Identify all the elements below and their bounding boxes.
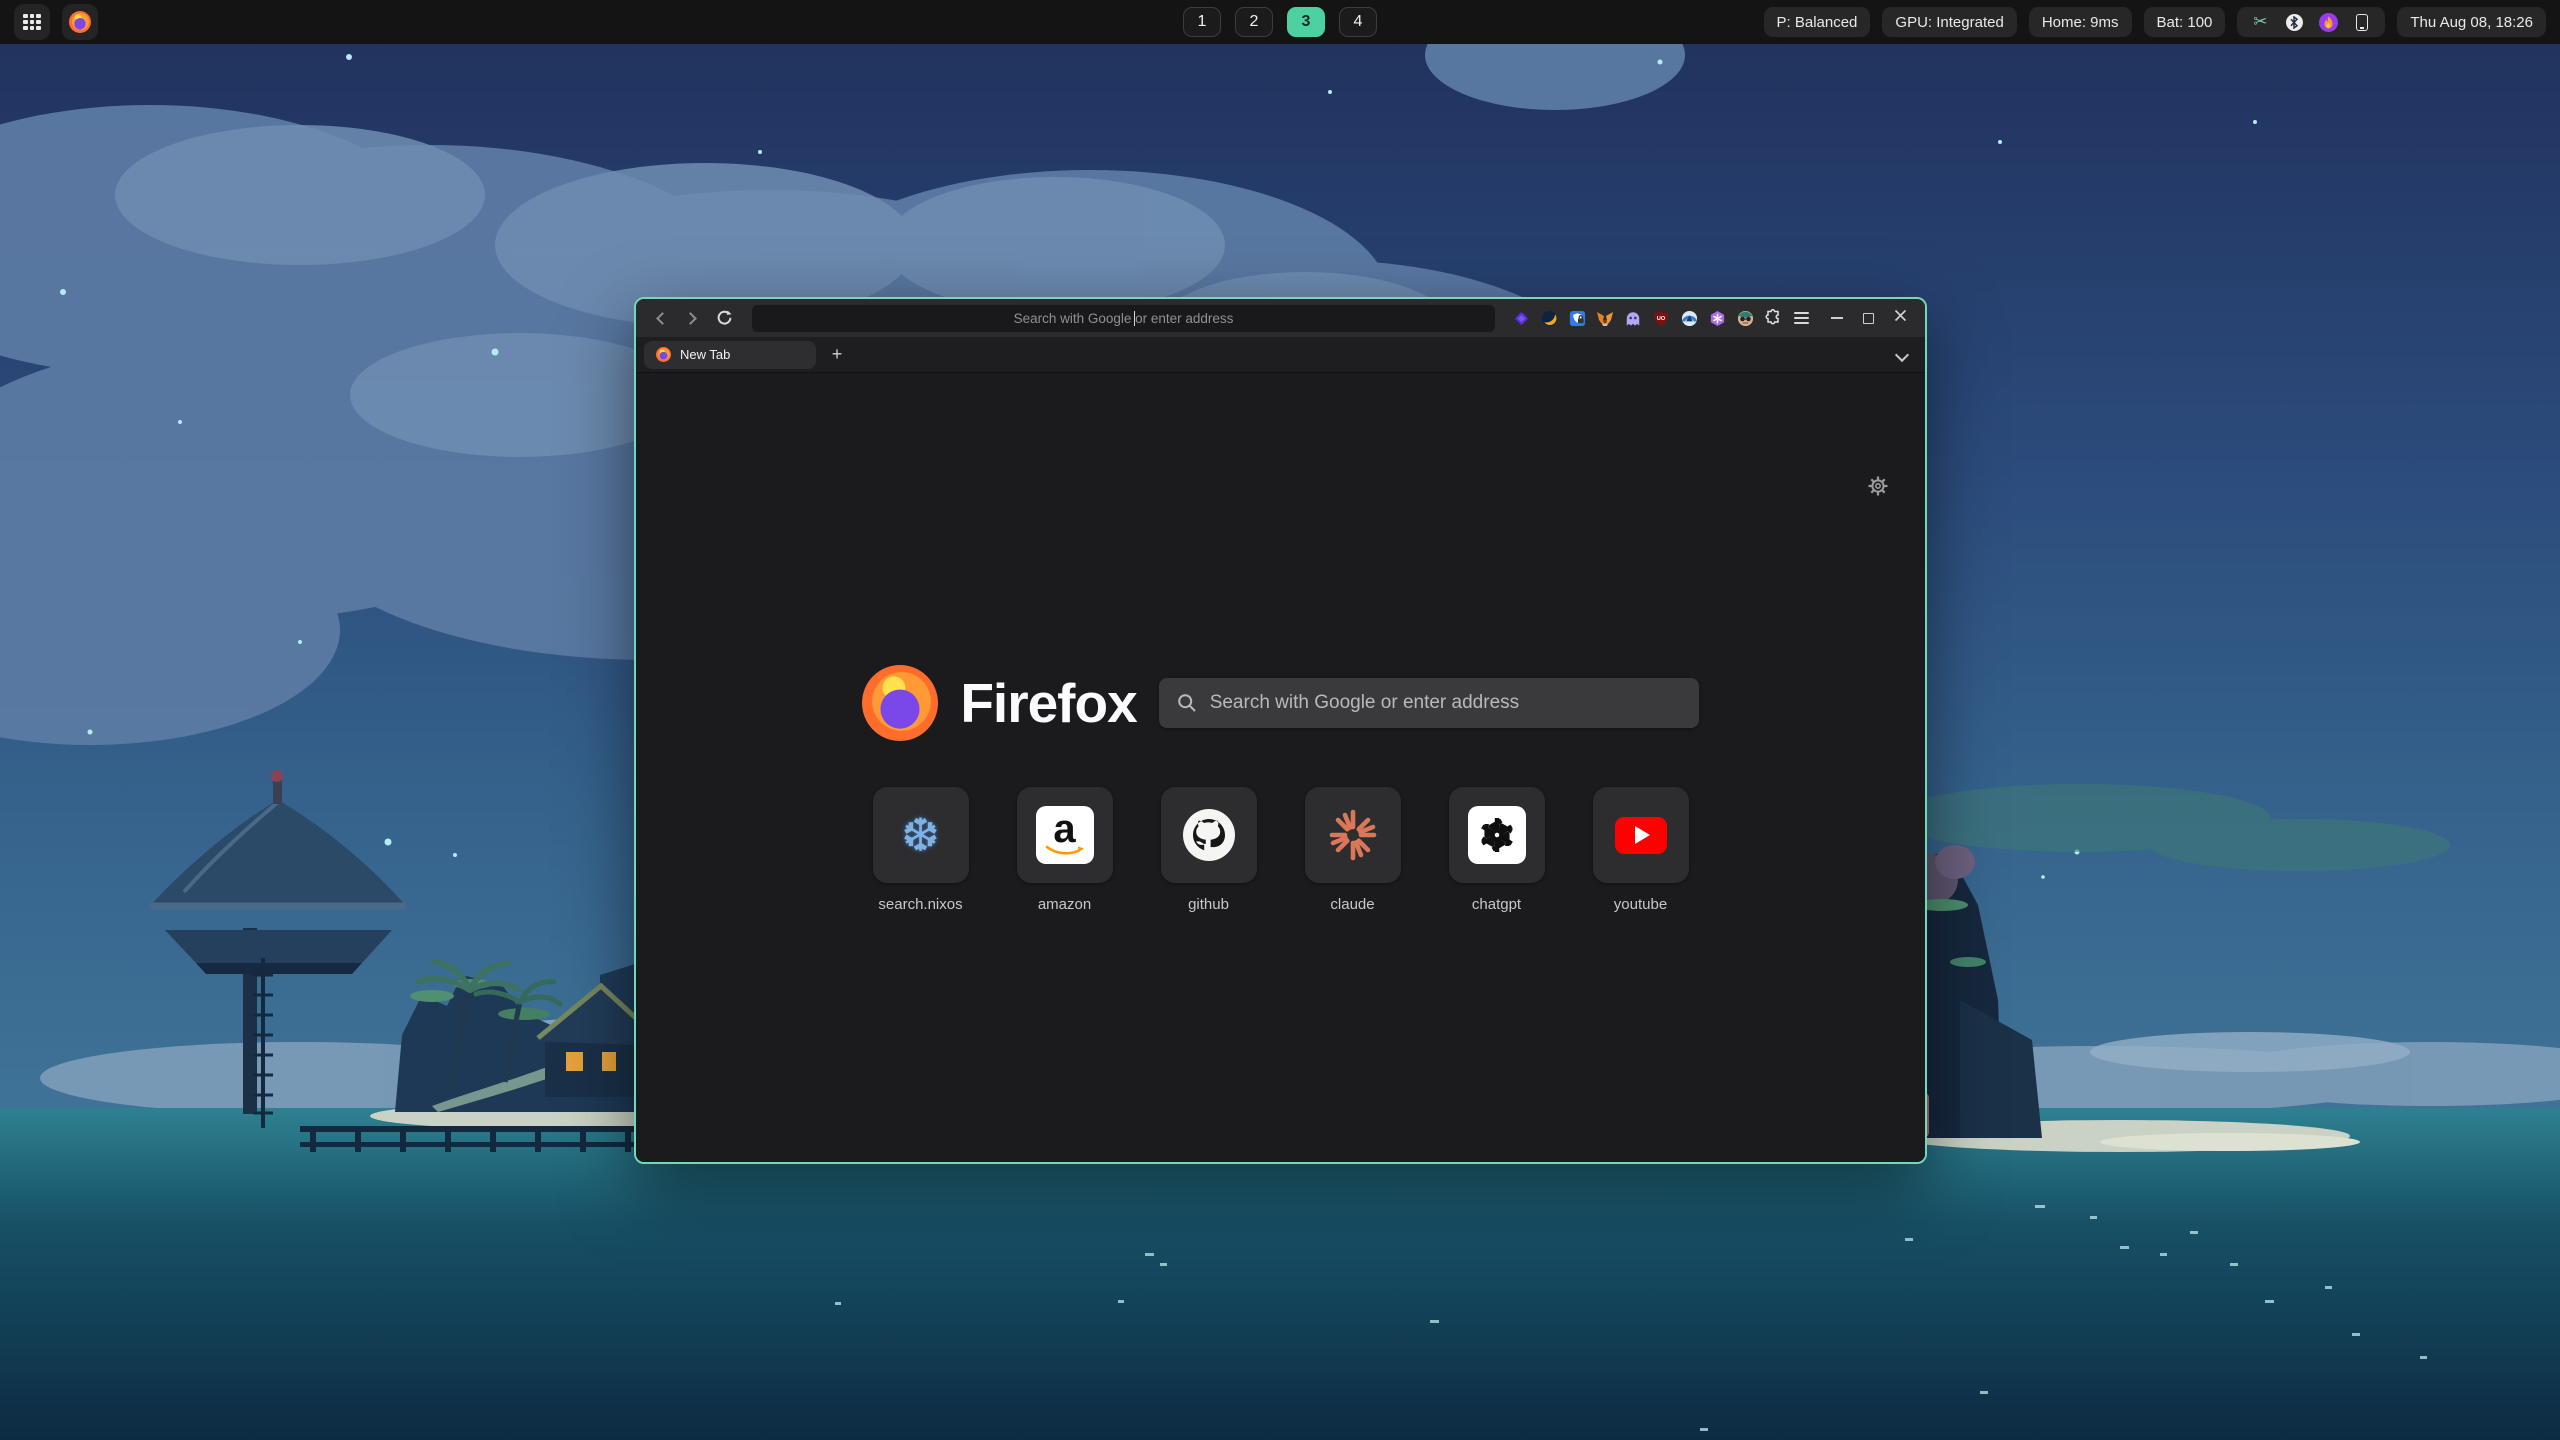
shortcut-amazon[interactable]: a amazon <box>1017 787 1113 913</box>
back-icon <box>656 312 669 325</box>
extension-purple-hexagon[interactable] <box>1705 305 1729 331</box>
tab-list-chevron-down-icon[interactable] <box>1895 347 1909 361</box>
shortcut-claude[interactable]: claude <box>1305 787 1401 913</box>
firefox-icon <box>69 11 91 33</box>
power-profile-status: P: Balanced <box>1764 7 1871 37</box>
extension-ghostery[interactable] <box>1621 305 1645 331</box>
purple-diamond-icon <box>1513 310 1530 327</box>
forward-icon <box>684 312 697 325</box>
svg-text:UO: UO <box>1657 315 1666 321</box>
reload-button[interactable] <box>710 305 738 331</box>
extension-purple-diamond[interactable] <box>1509 305 1533 331</box>
workspace-3-active[interactable]: 3 <box>1287 7 1325 37</box>
gpu-status: GPU: Integrated <box>1882 7 2016 37</box>
hamburger-icon <box>1794 312 1809 324</box>
shortcut-youtube[interactable]: youtube <box>1593 787 1689 913</box>
orange-swoosh-icon <box>1541 310 1558 327</box>
workspace-1[interactable]: 1 <box>1183 7 1221 37</box>
extensions-puzzle-button[interactable] <box>1761 305 1785 331</box>
extension-orange-swoosh[interactable] <box>1537 305 1561 331</box>
minimize-button[interactable] <box>1831 317 1843 319</box>
newtab-search-input[interactable]: Search with Google or enter address <box>1159 678 1699 728</box>
url-placeholder: Search with Google or enter address <box>1014 311 1234 326</box>
phone-icon[interactable] <box>2352 12 2372 32</box>
shortcut-tiles: ❆ search.nixos a amazon <box>636 787 1925 913</box>
vpn-arc-icon <box>1681 310 1698 327</box>
extension-ublock-origin[interactable]: UO <box>1649 305 1673 331</box>
ublock-shield-icon: UO <box>1653 310 1669 327</box>
url-bar[interactable]: Search with Google or enter address <box>752 305 1495 332</box>
extension-spy-face[interactable] <box>1733 305 1757 331</box>
metamask-fox-icon <box>1596 310 1614 327</box>
top-bar: 1 2 3 4 P: Balanced GPU: Integrated Home… <box>0 0 2560 44</box>
gear-icon <box>1867 475 1889 497</box>
reload-icon <box>715 309 733 327</box>
youtube-play-icon <box>1615 817 1667 854</box>
text-caret <box>1134 311 1135 326</box>
minimize-icon <box>1831 317 1843 319</box>
firefox-window: Search with Google or enter address UO <box>634 297 1927 1164</box>
newtab-hero: Firefox Search with Google or enter addr… <box>636 665 1925 741</box>
firefox-launcher-button[interactable] <box>62 4 98 40</box>
menu-button[interactable] <box>1789 305 1813 331</box>
app-launcher-button[interactable] <box>14 4 50 40</box>
tab-bar: New Tab + <box>636 337 1925 373</box>
personalize-settings-button[interactable] <box>1867 475 1889 502</box>
forward-button[interactable] <box>678 305 706 331</box>
maximize-button[interactable] <box>1863 313 1874 324</box>
firefox-wordmark: Firefox <box>960 671 1136 735</box>
amazon-icon: a <box>1036 806 1094 864</box>
newtab-search-placeholder: Search with Google or enter address <box>1210 692 1519 714</box>
ghostery-ghost-icon <box>1625 310 1641 327</box>
close-button[interactable] <box>1894 309 1907 327</box>
new-tab-page: Firefox Search with Google or enter addr… <box>636 373 1925 1162</box>
close-icon <box>1894 309 1907 322</box>
puzzle-icon <box>1764 309 1782 327</box>
claude-starburst-icon <box>1327 809 1379 861</box>
scissors-icon[interactable]: ✂ <box>2250 12 2270 32</box>
maximize-icon <box>1863 313 1874 324</box>
tab-title: New Tab <box>680 347 730 362</box>
workspace-4[interactable]: 4 <box>1339 7 1377 37</box>
nixos-snowflake-icon: ❆ <box>901 808 940 862</box>
chatgpt-knot-icon <box>1468 806 1526 864</box>
navigation-toolbar: Search with Google or enter address UO <box>636 299 1925 337</box>
bluetooth-icon[interactable] <box>2284 12 2304 32</box>
purple-hexagon-icon <box>1709 310 1726 327</box>
extension-metamask[interactable] <box>1593 305 1617 331</box>
firefox-logo <box>862 665 938 741</box>
battery-status: Bat: 100 <box>2144 7 2226 37</box>
flameshot-icon[interactable] <box>2318 12 2338 32</box>
workspace-2[interactable]: 2 <box>1235 7 1273 37</box>
back-button[interactable] <box>646 305 674 331</box>
workspace-switcher: 1 2 3 4 <box>1183 7 1377 37</box>
shortcut-chatgpt[interactable]: chatgpt <box>1449 787 1545 913</box>
search-icon <box>1177 693 1197 713</box>
extension-shield-lock[interactable] <box>1565 305 1589 331</box>
github-octocat-icon <box>1183 809 1235 861</box>
apps-grid-icon <box>23 14 41 30</box>
shield-lock-icon <box>1569 310 1586 327</box>
new-tab-button[interactable]: + <box>824 342 850 368</box>
latency-status: Home: 9ms <box>2029 7 2132 37</box>
spy-face-icon <box>1737 310 1754 327</box>
desktop: 1 2 3 4 P: Balanced GPU: Integrated Home… <box>0 0 2560 1440</box>
shortcut-search-nixos[interactable]: ❆ search.nixos <box>873 787 969 913</box>
tab-favicon-firefox <box>656 347 671 362</box>
system-tray: ✂ <box>2237 7 2385 37</box>
shortcut-github[interactable]: github <box>1161 787 1257 913</box>
clock: Thu Aug 08, 18:26 <box>2397 7 2546 37</box>
tab-new-tab[interactable]: New Tab <box>644 341 816 369</box>
extension-vpn[interactable] <box>1677 305 1701 331</box>
